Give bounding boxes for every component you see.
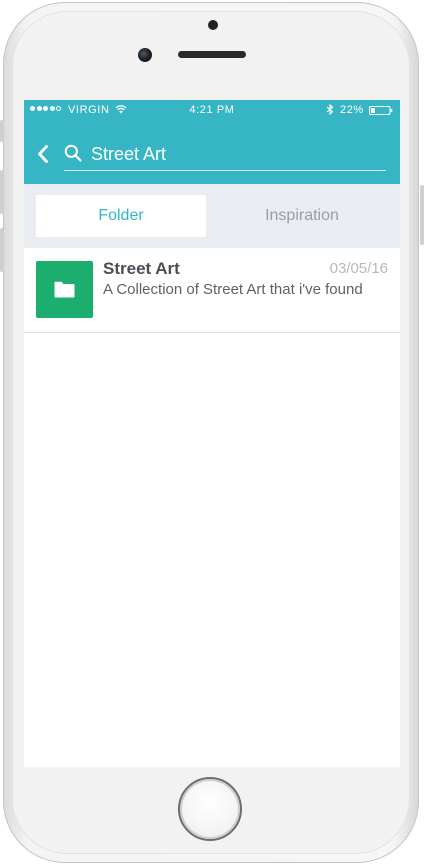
- folder-icon: [54, 281, 75, 298]
- home-button[interactable]: [178, 777, 242, 841]
- screen: VIRGIN 4:21 PM 22% Street Art Folder Ins…: [24, 100, 400, 767]
- bluetooth-icon: [326, 104, 334, 115]
- search-bar[interactable]: [64, 140, 386, 171]
- tab-inspiration[interactable]: Inspiration: [217, 195, 387, 237]
- volume-down-button: [0, 228, 4, 272]
- battery-percent: 22%: [340, 104, 364, 116]
- power-button: [420, 185, 424, 245]
- list-item[interactable]: Street Art 03/05/16 A Collection of Stre…: [24, 248, 400, 333]
- search-header: VIRGIN 4:21 PM 22%: [24, 100, 400, 184]
- segmented-tabs: Folder Inspiration: [24, 184, 400, 248]
- battery-icon: [369, 106, 393, 115]
- folder-thumbnail: [36, 261, 93, 318]
- status-bar: VIRGIN 4:21 PM 22%: [24, 100, 400, 120]
- mute-switch: [0, 120, 4, 142]
- earpiece-speaker: [178, 51, 246, 58]
- chevron-left-icon[interactable]: [36, 144, 50, 164]
- front-camera: [138, 48, 152, 62]
- proximity-sensor: [208, 20, 218, 30]
- tab-folder[interactable]: Folder: [36, 195, 206, 237]
- item-date: 03/05/16: [329, 260, 388, 277]
- item-title: Street Art: [103, 259, 180, 278]
- item-description: A Collection of Street Art that i've fou…: [103, 281, 363, 298]
- volume-up-button: [0, 170, 4, 214]
- search-input[interactable]: [91, 142, 381, 166]
- search-icon: [64, 144, 82, 162]
